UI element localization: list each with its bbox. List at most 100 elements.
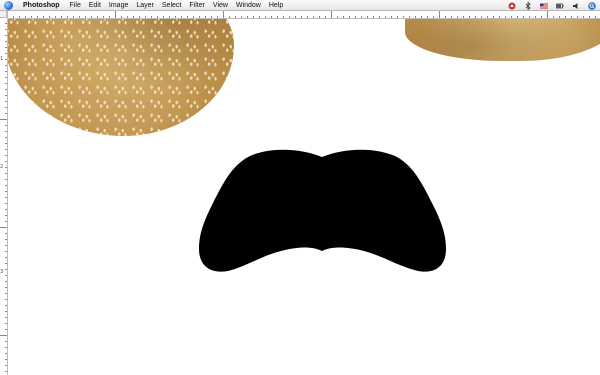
ruler-tick	[5, 77, 7, 78]
menu-edit[interactable]: Edit	[89, 0, 101, 11]
ruler-tick	[331, 11, 332, 18]
ruler-tick	[0, 119, 7, 120]
ruler-tick	[187, 16, 188, 18]
ruler-tick	[5, 275, 7, 276]
ruler-tick	[5, 263, 7, 264]
ruler-tick	[475, 16, 476, 18]
ruler-tick	[5, 203, 7, 204]
ruler-tick	[529, 16, 530, 18]
ruler-tick	[5, 287, 7, 288]
ruler-tick	[289, 16, 290, 18]
ruler-tick	[49, 16, 50, 18]
ruler-tick	[5, 257, 7, 258]
ruler-tick	[5, 221, 7, 222]
ruler-tick	[559, 16, 560, 18]
ruler-tick	[5, 251, 7, 252]
ruler-tick	[385, 16, 386, 18]
menu-select[interactable]: Select	[162, 0, 181, 11]
menu-view[interactable]: View	[213, 0, 228, 11]
ruler-tick	[5, 65, 7, 66]
volume-icon[interactable]	[572, 2, 580, 10]
ruler-tick	[451, 16, 452, 18]
ruler-tick	[241, 16, 242, 18]
ruler-tick	[121, 16, 122, 18]
ruler-tick	[397, 16, 398, 18]
ruler-tick	[5, 347, 7, 348]
menu-app-name[interactable]: Photoshop	[23, 0, 60, 11]
apple-menu-icon[interactable]	[4, 0, 13, 10]
black-mustache-shape[interactable]	[0, 11, 600, 375]
ruler-tick	[0, 335, 7, 336]
ruler-tick	[523, 16, 524, 18]
menu-help[interactable]: Help	[269, 0, 283, 11]
ruler-tick	[253, 16, 254, 18]
ruler-tick	[67, 16, 68, 18]
ruler-tick	[5, 167, 7, 168]
ruler-tick	[553, 16, 554, 18]
menu-filter[interactable]: Filter	[189, 0, 205, 11]
ruler-tick	[433, 16, 434, 18]
ruler-tick	[271, 16, 272, 18]
ruler-origin[interactable]	[0, 11, 7, 18]
ruler-tick	[595, 16, 596, 18]
ruler-tick	[457, 16, 458, 18]
ruler-tick	[5, 179, 7, 180]
ruler-tick	[5, 239, 7, 240]
ruler-tick	[91, 16, 92, 18]
ruler-tick	[511, 16, 512, 18]
ruler-tick	[373, 16, 374, 18]
ruler-tick	[5, 149, 7, 150]
ruler-tick	[577, 16, 578, 18]
ruler-left[interactable]: 1 2 3	[0, 11, 8, 375]
ruler-tick	[265, 16, 266, 18]
ruler-tick	[259, 16, 260, 18]
ruler-tick	[5, 317, 7, 318]
ruler-tick	[5, 95, 7, 96]
ruler-tick	[217, 16, 218, 18]
ruler-tick	[73, 16, 74, 18]
ruler-tick	[343, 16, 344, 18]
ruler-tick	[37, 16, 38, 18]
ruler-tick	[5, 305, 7, 306]
menu-file[interactable]: File	[70, 0, 81, 11]
flag-us-icon[interactable]	[540, 2, 548, 10]
ruler-tick	[5, 185, 7, 186]
airport-icon[interactable]	[508, 2, 516, 10]
spotlight-icon[interactable]	[588, 1, 596, 10]
ruler-tick	[5, 131, 7, 132]
ruler-tick	[247, 16, 248, 18]
ruler-tick	[505, 16, 506, 18]
mustache-path[interactable]	[199, 149, 446, 272]
ruler-tick	[487, 16, 488, 18]
ruler-tick	[463, 16, 464, 18]
ruler-tick	[5, 281, 7, 282]
menu-image[interactable]: Image	[109, 0, 128, 11]
menu-layer[interactable]: Layer	[136, 0, 154, 11]
ruler-tick	[181, 16, 182, 18]
ruler-tick	[391, 16, 392, 18]
ruler-tick	[133, 16, 134, 18]
ruler-tick	[5, 41, 7, 42]
ruler-tick	[163, 16, 164, 18]
ruler-tick	[79, 16, 80, 18]
ruler-tick	[5, 359, 7, 360]
menu-extras	[508, 0, 596, 11]
document-canvas[interactable]: 1 2 3	[0, 11, 600, 375]
menu-window[interactable]: Window	[236, 0, 261, 11]
bluetooth-icon[interactable]	[524, 1, 532, 10]
ruler-tick	[151, 16, 152, 18]
ruler-tick	[127, 16, 128, 18]
ruler-tick	[535, 16, 536, 18]
ruler-tick	[403, 16, 404, 18]
ruler-tick	[547, 11, 548, 18]
ruler-tick	[313, 16, 314, 18]
ruler-tick	[5, 47, 7, 48]
ruler-top[interactable]	[7, 11, 600, 19]
ruler-tick	[5, 269, 7, 270]
ruler-tick	[295, 16, 296, 18]
battery-icon[interactable]	[556, 2, 564, 10]
ruler-left-label: 1	[0, 56, 4, 62]
ruler-tick	[139, 16, 140, 18]
ruler-tick	[157, 16, 158, 18]
ruler-tick	[5, 101, 7, 102]
